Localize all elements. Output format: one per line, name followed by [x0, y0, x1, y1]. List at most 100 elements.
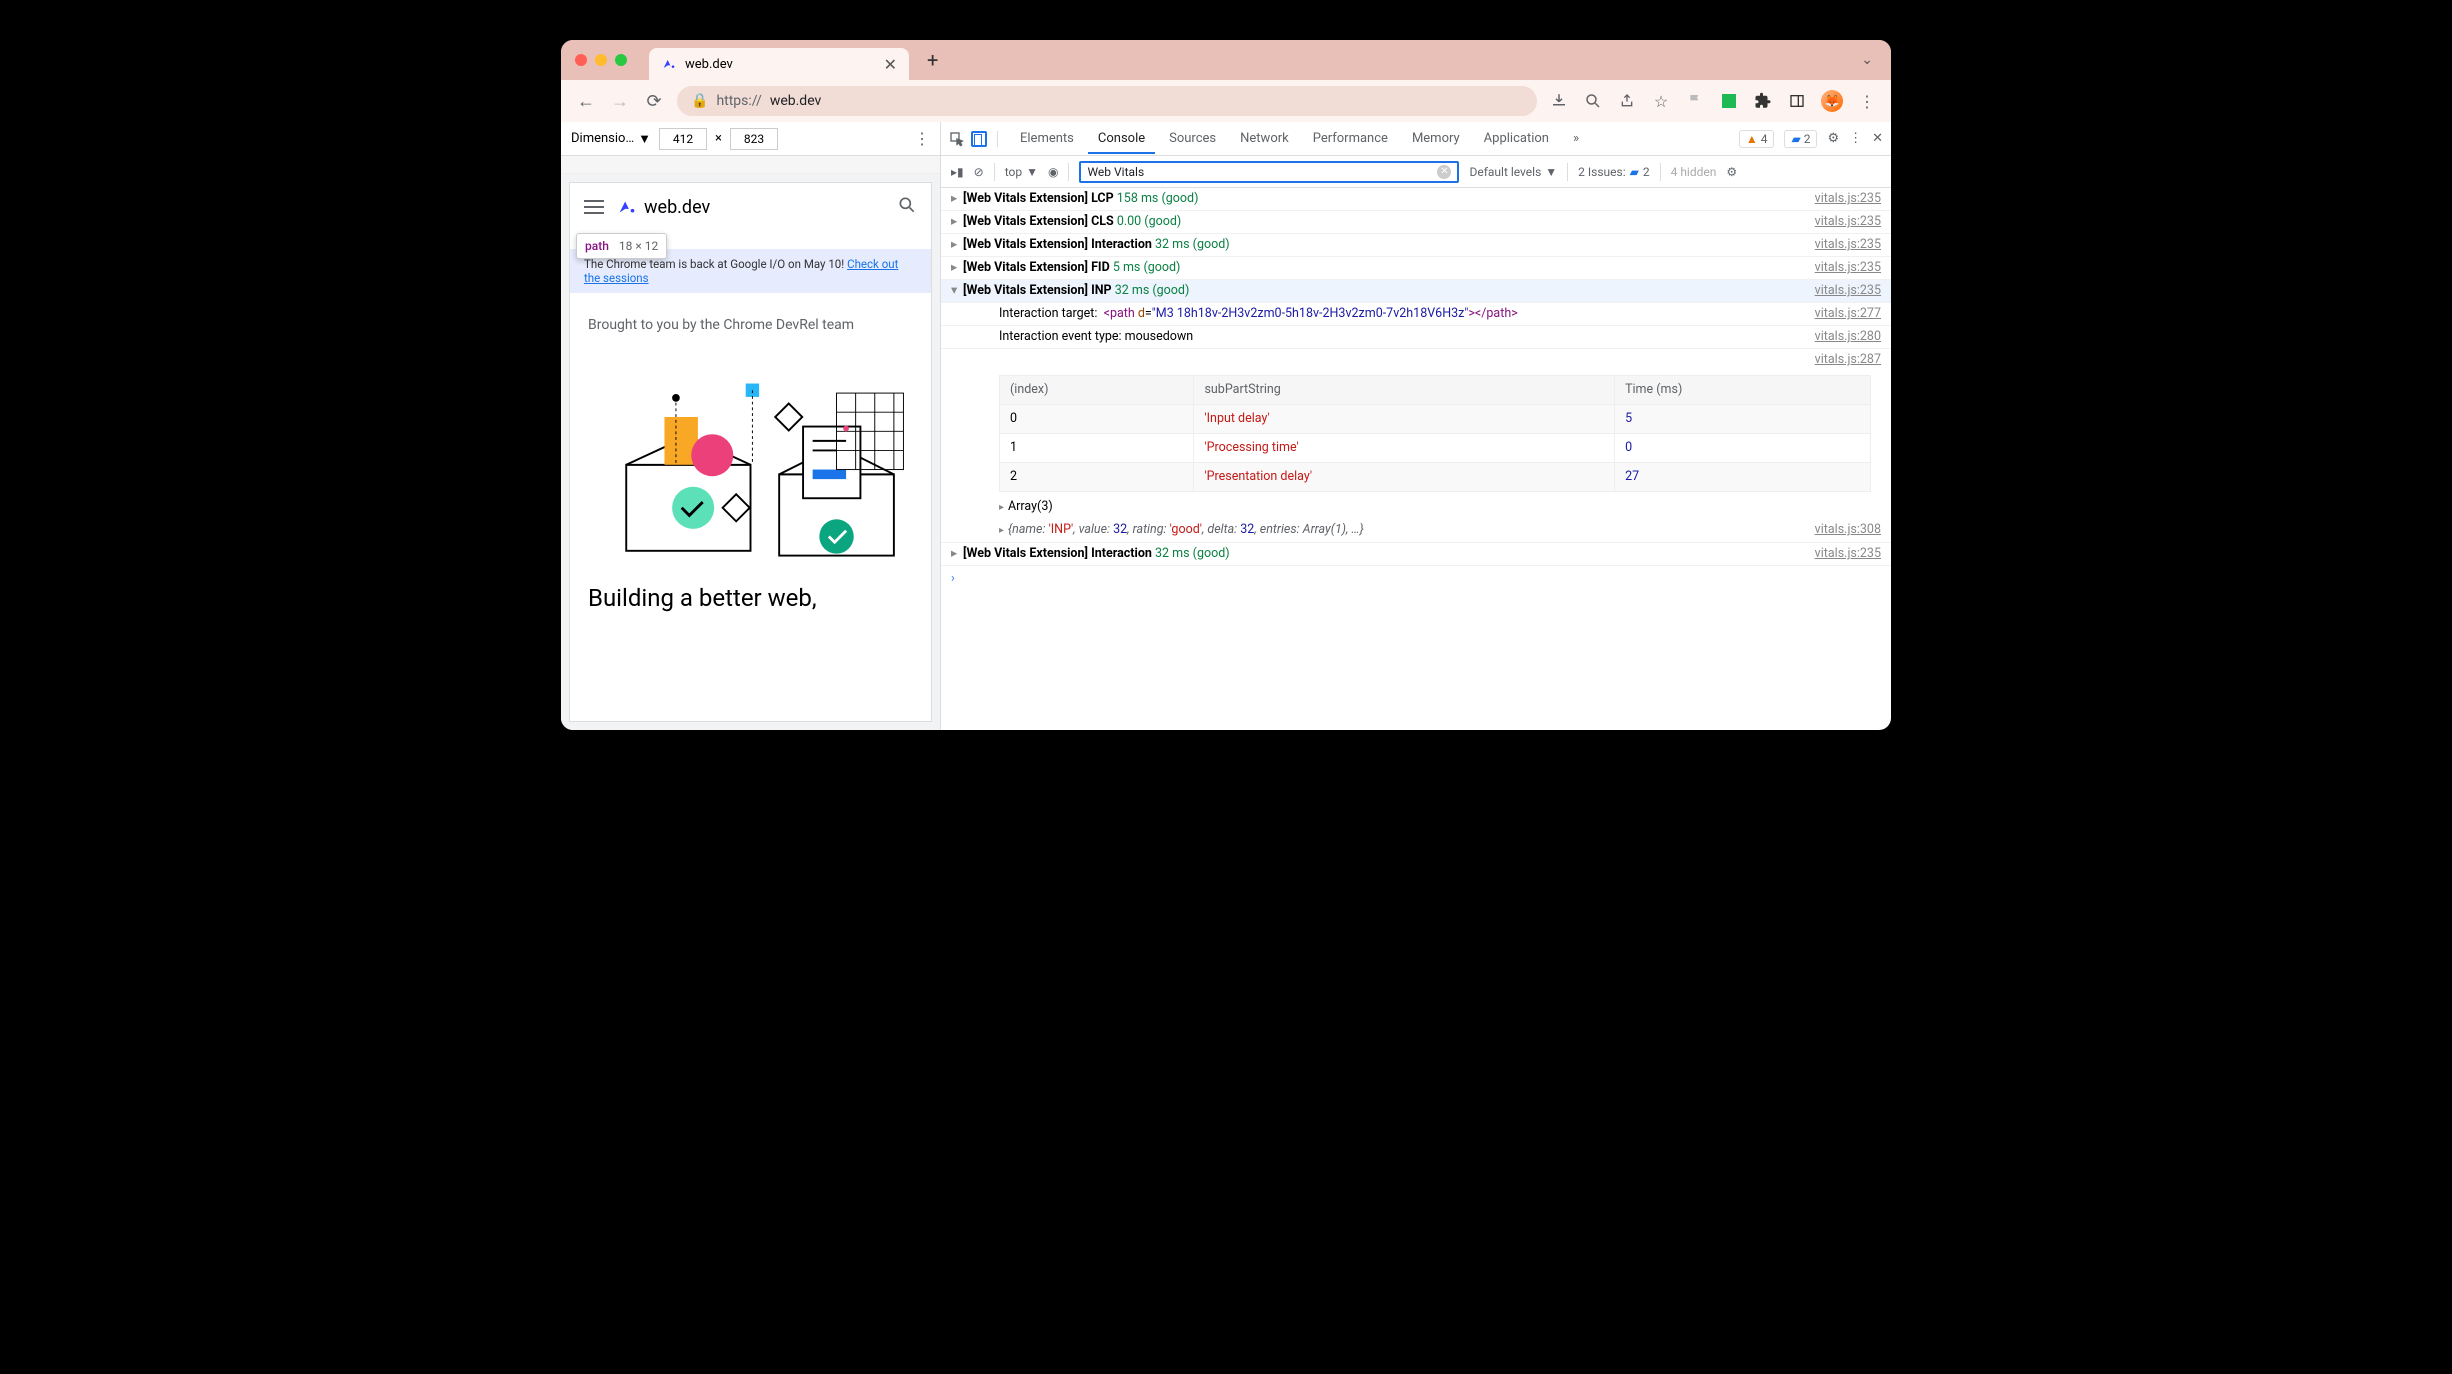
tab-console[interactable]: Console [1088, 125, 1155, 154]
tab-application[interactable]: Application [1474, 125, 1559, 152]
tab-performance[interactable]: Performance [1303, 125, 1398, 152]
forward-button[interactable]: → [609, 90, 631, 112]
warnings-badge[interactable]: ▲4 [1739, 130, 1775, 148]
tab-elements[interactable]: Elements [1010, 125, 1084, 152]
source-link[interactable]: vitals.js:308 [1815, 519, 1881, 542]
maximize-window-button[interactable] [615, 54, 627, 66]
more-tabs-button[interactable]: » [1563, 125, 1589, 152]
address-bar[interactable]: 🔒 https:// web.dev [677, 86, 1537, 116]
expand-icon[interactable]: ▸ [951, 188, 963, 210]
live-expression-icon[interactable]: ◉ [1048, 165, 1058, 179]
messages-badge[interactable]: ▰2 [1784, 130, 1817, 148]
sidepanel-icon[interactable] [1787, 91, 1807, 111]
log-detail-row: Interaction target: <path d="M3 18h18v-2… [941, 303, 1891, 326]
url-host: web.dev [770, 93, 822, 109]
console-prompt[interactable]: › [941, 566, 1891, 592]
height-input[interactable] [730, 128, 778, 150]
devtools-menu-icon[interactable]: ⋮ [1849, 131, 1862, 146]
console-filter-input[interactable]: Web Vitals ✕ [1079, 161, 1459, 183]
log-row[interactable]: ▸[Web Vitals Extension] Interaction 32 m… [941, 543, 1891, 566]
device-viewport: web.dev path 18 × 12 The Chrome team is … [561, 174, 940, 730]
device-selector[interactable]: Dimensio… ▼ [571, 131, 651, 147]
device-toolbar: Dimensio… ▼ × ⋮ [561, 122, 940, 156]
expand-icon[interactable]: ▸ [951, 257, 963, 279]
url-scheme: https:// [716, 93, 761, 109]
search-icon[interactable] [897, 195, 917, 219]
console-output: ▸[Web Vitals Extension] LCP 158 ms (good… [941, 188, 1891, 730]
tab-title: web.dev [685, 57, 876, 72]
new-tab-button[interactable]: + [927, 48, 938, 72]
menu-icon[interactable]: ⋮ [1857, 91, 1877, 111]
source-link[interactable]: vitals.js:277 [1815, 303, 1881, 325]
rendered-page: web.dev path 18 × 12 The Chrome team is … [569, 182, 932, 722]
close-window-button[interactable] [575, 54, 587, 66]
close-tab-button[interactable]: ✕ [884, 55, 897, 74]
zoom-icon[interactable] [1583, 91, 1603, 111]
device-options-button[interactable]: ⋮ [914, 129, 930, 148]
width-input[interactable] [659, 128, 707, 150]
site-favicon [661, 56, 677, 72]
log-row[interactable]: ▸[Web Vitals Extension] CLS 0.00 (good)v… [941, 211, 1891, 234]
source-link[interactable]: vitals.js:235 [1815, 234, 1881, 256]
log-object-row[interactable]: ▸{name: 'INP', value: 32, rating: 'good'… [941, 519, 1891, 543]
download-icon[interactable] [1549, 91, 1569, 111]
lock-icon: 🔒 [691, 93, 708, 109]
logo-text: web.dev [644, 197, 710, 218]
tabs-dropdown-button[interactable]: ⌄ [1857, 48, 1877, 72]
flag-icon[interactable] [1685, 91, 1705, 111]
browser-tab[interactable]: web.dev ✕ [649, 48, 909, 80]
log-levels-selector[interactable]: Default levels ▼ [1469, 165, 1557, 179]
log-row[interactable]: ▸[Web Vitals Extension] FID 5 ms (good)v… [941, 257, 1891, 280]
reload-button[interactable]: ⟳ [643, 90, 665, 112]
titlebar: web.dev ✕ + ⌄ [561, 40, 1891, 80]
context-selector[interactable]: top ▼ [1005, 165, 1038, 179]
inspect-icon[interactable] [949, 131, 965, 147]
source-link[interactable]: vitals.js:235 [1815, 188, 1881, 210]
console-sidebar-toggle[interactable]: ▸▮ [951, 165, 964, 179]
console-toolbar: ▸▮ ⊘ top ▼ ◉ Web Vitals ✕ Default levels… [941, 156, 1891, 188]
expand-icon[interactable]: ▸ [951, 543, 963, 565]
devtools-tabs: Elements Console Sources Network Perform… [941, 122, 1891, 156]
expand-icon[interactable]: ▸ [951, 211, 963, 233]
expand-icon[interactable]: ▸ [951, 234, 963, 256]
clear-filter-icon[interactable]: ✕ [1437, 165, 1451, 179]
log-detail-row: Interaction event type: mousedownvitals.… [941, 326, 1891, 349]
expand-icon[interactable]: ▸ [999, 525, 1004, 536]
source-link[interactable]: vitals.js:235 [1815, 543, 1881, 565]
element-tooltip: path 18 × 12 [576, 233, 667, 259]
source-link[interactable]: vitals.js:235 [1815, 280, 1881, 302]
source-link[interactable]: vitals.js:235 [1815, 257, 1881, 279]
source-link[interactable]: vitals.js:235 [1815, 211, 1881, 233]
devtools-panel: Elements Console Sources Network Perform… [941, 122, 1891, 730]
source-link[interactable]: vitals.js:287 [1815, 352, 1881, 367]
hamburger-icon[interactable] [584, 200, 604, 214]
settings-icon[interactable]: ⚙ [1827, 131, 1839, 146]
site-logo[interactable]: web.dev [616, 196, 710, 218]
share-icon[interactable] [1617, 91, 1637, 111]
log-row[interactable]: ▸[Web Vitals Extension] LCP 158 ms (good… [941, 188, 1891, 211]
log-row[interactable]: ▸[Web Vitals Extension] Interaction 32 m… [941, 234, 1891, 257]
tab-sources[interactable]: Sources [1159, 125, 1226, 152]
expand-icon[interactable]: ▸ [999, 502, 1004, 513]
filter-value: Web Vitals [1087, 165, 1144, 179]
extension-square-icon[interactable] [1719, 91, 1739, 111]
clear-console-button[interactable]: ⊘ [974, 165, 984, 179]
minimize-window-button[interactable] [595, 54, 607, 66]
ruler [561, 156, 940, 174]
device-toggle-icon[interactable] [971, 131, 987, 147]
issues-link[interactable]: 2 Issues: ▰2 [1578, 165, 1649, 179]
source-link[interactable]: vitals.js:280 [1815, 326, 1881, 348]
hidden-count: 4 hidden [1671, 165, 1717, 179]
profile-avatar[interactable]: 🦊 [1821, 90, 1843, 112]
tab-memory[interactable]: Memory [1402, 125, 1470, 152]
log-row[interactable]: ▾[Web Vitals Extension] INP 32 ms (good)… [941, 280, 1891, 303]
hero-illustration [570, 345, 931, 575]
back-button[interactable]: ← [575, 90, 597, 112]
console-settings-icon[interactable]: ⚙ [1726, 165, 1737, 179]
extensions-icon[interactable] [1753, 91, 1773, 111]
toolbar-right: ☆ 🦊 ⋮ [1549, 90, 1877, 112]
tab-network[interactable]: Network [1230, 125, 1299, 152]
close-devtools-icon[interactable]: ✕ [1872, 131, 1883, 146]
bookmark-icon[interactable]: ☆ [1651, 91, 1671, 111]
collapse-icon[interactable]: ▾ [951, 280, 963, 302]
